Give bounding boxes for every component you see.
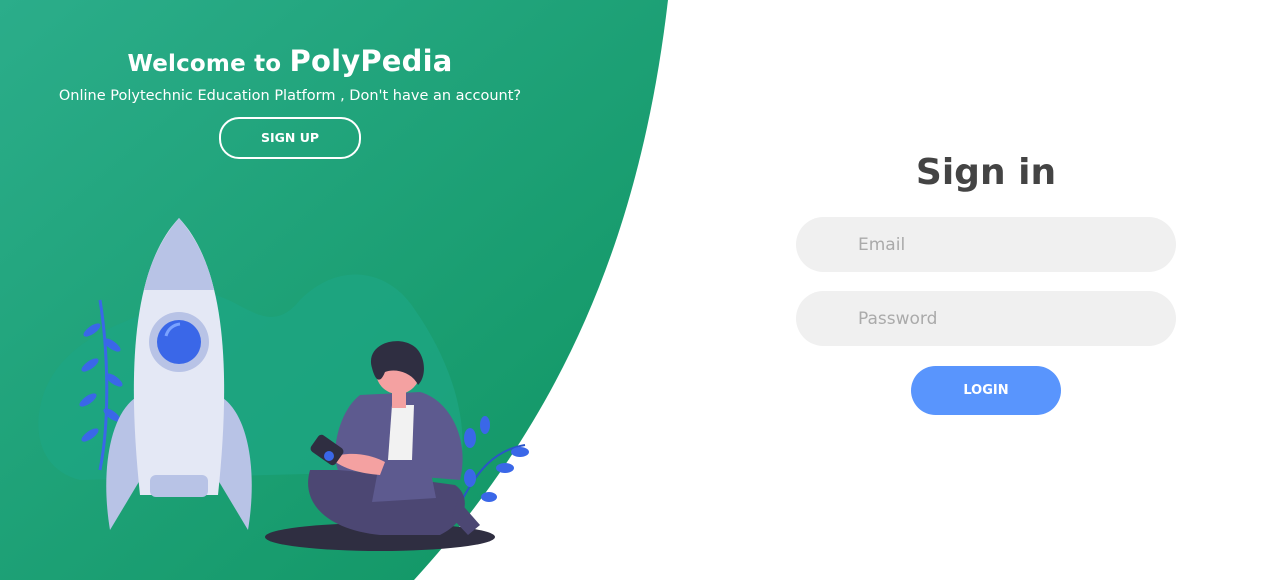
login-button[interactable]: LOGIN [911, 366, 1061, 415]
tagline: Online Polytechnic Education Platform , … [58, 88, 522, 104]
welcome-heading: Welcome to PolyPedia [0, 44, 580, 78]
sign-up-button[interactable]: SIGN UP [219, 117, 361, 159]
sign-in-form: Sign in LOGIN [796, 152, 1176, 415]
brand-name: PolyPedia [289, 44, 453, 78]
sign-in-title: Sign in [915, 152, 1057, 193]
welcome-prefix: Welcome to [127, 51, 290, 77]
welcome-panel: Welcome to PolyPedia Online Polytechnic … [0, 0, 580, 159]
email-field[interactable] [796, 217, 1176, 272]
password-field[interactable] [796, 291, 1176, 346]
